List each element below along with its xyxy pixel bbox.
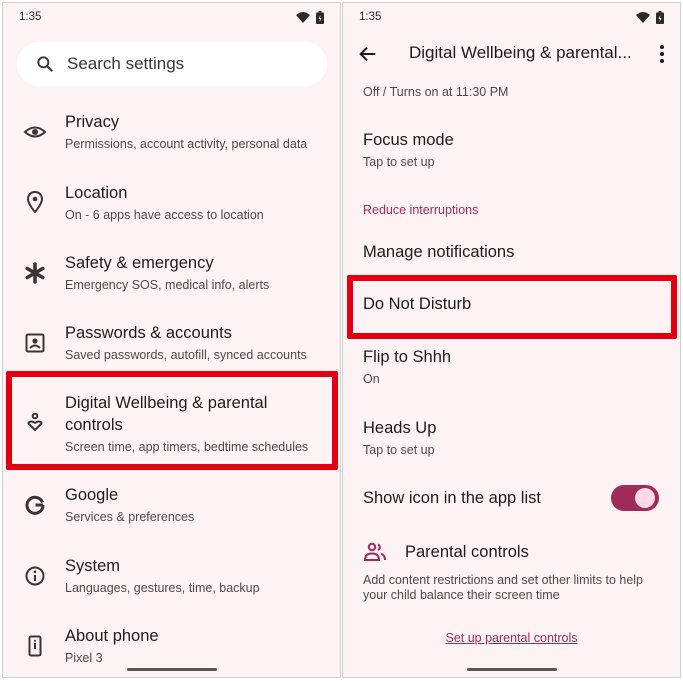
settings-item-privacy[interactable]: Privacy Permissions, account activity, p… [3,108,340,168]
parental-controls-description-continued: your child balance their screen time [363,588,560,602]
gesture-nav-bar[interactable] [126,668,217,671]
settings-item-subtitle: On - 6 apps have access to location [65,208,264,222]
settings-item-title: Safety & emergency [65,254,214,272]
settings-item-subtitle: Pixel 3 [65,651,103,665]
phone-icon [28,635,42,657]
settings-item-location[interactable]: Location On - 6 apps have access to loca… [3,179,340,239]
setup-parental-controls-link[interactable]: Set up parental controls [343,631,680,645]
info-icon [25,566,45,586]
search-placeholder: Search settings [67,54,185,73]
location-pin-icon [26,190,44,214]
highlight-box [347,275,677,339]
settings-item-subtitle: Emergency SOS, medical info, alerts [65,278,270,292]
heads-up-item[interactable]: Heads Up Tap to set up [343,416,680,466]
settings-item-subtitle: Languages, gestures, time, backup [65,581,260,595]
show-icon-toggle[interactable] [611,485,659,511]
status-time: 1:35 [359,11,382,23]
focus-mode-item[interactable]: Focus mode Tap to set up [343,128,680,178]
settings-item-passwords-accounts[interactable]: Passwords & accounts Saved passwords, au… [3,319,340,379]
status-time: 1:35 [19,11,42,23]
heads-up-subtitle: Tap to set up [363,443,435,457]
page-title: Digital Wellbeing & parental... [409,43,632,62]
settings-item-title: Privacy [65,113,120,131]
flip-to-shhh-subtitle: On [363,372,380,386]
highlight-box [6,371,338,470]
status-bar: 1:35 [3,3,340,31]
more-vert-icon[interactable] [656,43,668,65]
wifi-icon [296,12,310,23]
toggle-knob [635,488,655,508]
settings-item-subtitle: Saved passwords, autofill, synced accoun… [65,348,307,362]
bedtime-mode-subtitle: Off / Turns on at 11:30 PM [363,85,509,99]
search-bar[interactable]: Search settings [17,42,327,86]
settings-item-google[interactable]: Google Services & preferences [3,481,340,541]
settings-item-subtitle: Services & preferences [65,510,195,524]
focus-mode-title: Focus mode [363,131,454,149]
status-bar: 1:35 [343,3,680,31]
app-bar: Digital Wellbeing & parental... [343,31,680,77]
eye-icon [23,126,47,138]
back-arrow-icon[interactable] [357,43,379,65]
google-icon [25,495,45,515]
battery-icon [656,11,664,24]
section-header: Reduce interruptions [363,203,479,217]
asterisk-icon [25,262,45,284]
search-icon [37,56,53,72]
wifi-icon [636,12,650,23]
heads-up-title: Heads Up [363,419,437,437]
parental-controls-description: Add content restrictions and set other l… [363,573,644,587]
settings-item-title: System [65,557,121,575]
gesture-nav-bar[interactable] [466,668,557,671]
focus-mode-subtitle: Tap to set up [363,155,435,169]
settings-item-subtitle: Permissions, account activity, personal … [65,137,308,151]
flip-to-shhh-title: Flip to Shhh [363,348,452,366]
parental-people-icon [363,542,386,561]
manage-notifications-title: Manage notifications [363,243,515,261]
settings-item-title: Passwords & accounts [65,324,232,342]
settings-panel: 1:35 Search settings Privacy Permissions… [2,2,341,678]
account-box-icon [25,333,45,353]
show-icon-title: Show icon in the app list [363,489,541,507]
settings-item-title: Location [65,184,128,202]
settings-item-title: Google [65,486,119,504]
parental-controls-title: Parental controls [405,543,529,561]
battery-icon [316,11,324,24]
settings-item-title: About phone [65,627,159,645]
flip-to-shhh-item[interactable]: Flip to Shhh On [343,345,680,395]
digital-wellbeing-panel: 1:35 Digital Wellbeing & parental... Off… [342,2,681,678]
manage-notifications-item[interactable]: Manage notifications [343,239,680,275]
settings-item-safety-emergency[interactable]: Safety & emergency Emergency SOS, medica… [3,249,340,309]
settings-item-system[interactable]: System Languages, gestures, time, backup [3,552,340,612]
